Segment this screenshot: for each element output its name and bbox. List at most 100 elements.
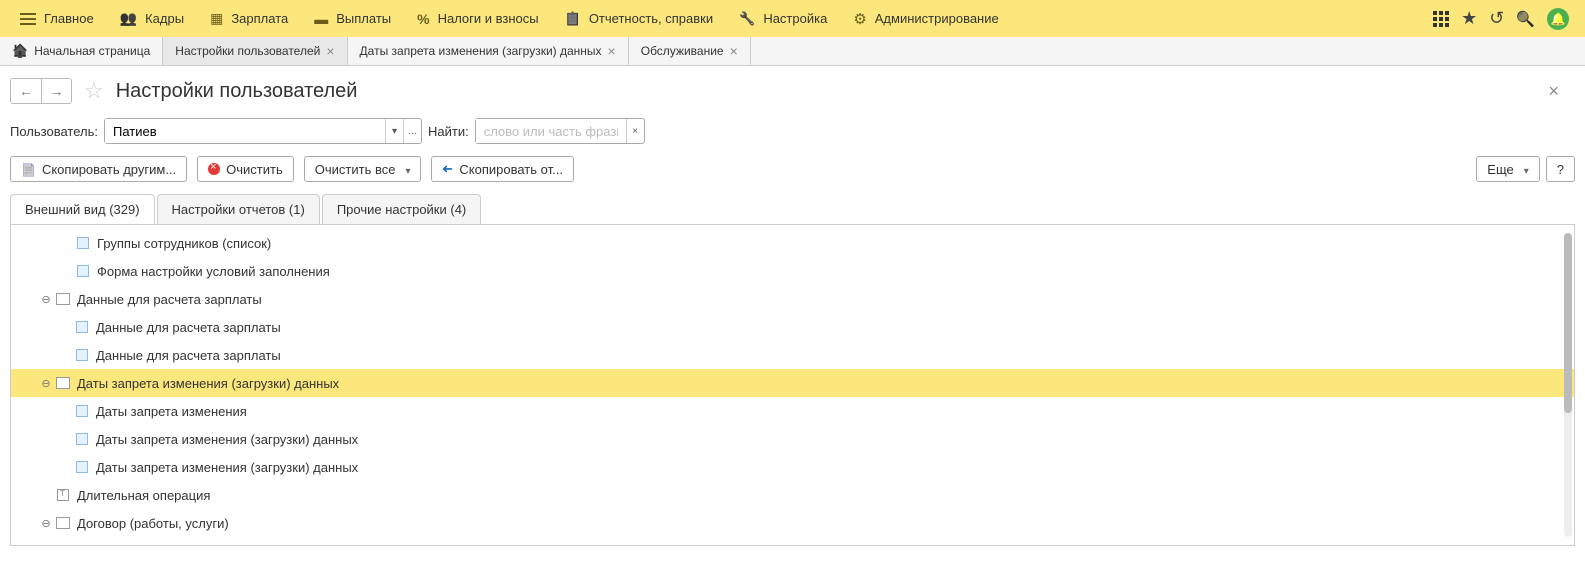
page-title: Настройки пользователей [116, 80, 358, 103]
home-icon [12, 43, 28, 59]
menu-right-group [1433, 8, 1577, 30]
clear-search-button[interactable]: × [626, 119, 644, 143]
button-label: Скопировать от... [459, 162, 563, 177]
tabs-bar: Начальная страница Настройки пользовател… [0, 37, 1585, 66]
menu-otchetnost[interactable]: Отчетность, справки [553, 5, 726, 33]
find-combo: × [475, 118, 645, 144]
clear-icon [208, 163, 220, 175]
tree-item[interactable]: Группы сотрудников (список) [11, 229, 1574, 257]
button-label: Очистить все [315, 162, 396, 177]
main-menu-bar: Главное Кадры Зарплата Выплаты Налоги и … [0, 0, 1585, 37]
grid-icon [1433, 11, 1449, 27]
find-label: Найти: [428, 124, 469, 139]
clear-all-button[interactable]: Очистить все [304, 156, 422, 182]
settings-tree: Группы сотрудников (список) Форма настро… [11, 225, 1574, 541]
tab-label: Даты запрета изменения (загрузки) данных [360, 44, 602, 58]
menu-label: Настройка [763, 11, 827, 26]
button-label: Скопировать другим... [42, 162, 176, 177]
favorite-star-button[interactable]: ☆ [84, 78, 104, 104]
tree-item[interactable]: Форма настройки условий заполнения [11, 257, 1574, 285]
tree-label: Даты запрета изменения (загрузки) данных [77, 376, 339, 391]
more-button[interactable]: Еще [1476, 156, 1539, 182]
tab-home[interactable]: Начальная страница [0, 37, 163, 65]
tree-item[interactable]: Даты запрета изменения (загрузки) данных [11, 453, 1574, 481]
tree-leaf[interactable]: Длительная операция [11, 481, 1574, 509]
page-close-button[interactable]: × [1548, 81, 1575, 102]
dropdown-button[interactable]: ▾ [385, 119, 403, 143]
collapse-icon[interactable]: ⊖ [39, 517, 53, 530]
menu-nastroyka[interactable]: Настройка [727, 5, 839, 33]
chevron-down-icon [1520, 162, 1529, 177]
hamburger-menu-button[interactable]: Главное [8, 5, 106, 32]
toolbar: Скопировать другим... Очистить Очистить … [0, 150, 1585, 188]
arrow-icon [442, 161, 453, 177]
tree-item[interactable]: Данные для расчета зарплаты [11, 313, 1574, 341]
item-icon [74, 460, 90, 474]
tree-item[interactable]: Данные для расчета зарплаты [11, 341, 1574, 369]
apps-grid-button[interactable] [1433, 11, 1449, 27]
copy-from-button[interactable]: Скопировать от... [431, 156, 573, 182]
history-button[interactable] [1489, 8, 1504, 29]
menu-label: Выплаты [336, 11, 391, 26]
page-header: ← → ☆ Настройки пользователей × [0, 66, 1585, 112]
scrollbar-track[interactable] [1564, 233, 1572, 537]
tree-label: Группы сотрудников (список) [97, 236, 271, 251]
item-icon [55, 488, 71, 502]
tab-maintenance[interactable]: Обслуживание × [629, 37, 751, 65]
tree-folder[interactable]: ⊖ Данные для расчета зарплаты [11, 285, 1574, 313]
menu-kadry[interactable]: Кадры [108, 4, 196, 33]
tree-item[interactable]: Даты запрета изменения (загрузки) данных [11, 425, 1574, 453]
search-input[interactable] [476, 119, 626, 143]
menu-vyplaty[interactable]: Выплаты [302, 5, 403, 33]
menu-label: Кадры [145, 11, 184, 26]
menu-label: Налоги и взносы [438, 11, 539, 26]
close-icon[interactable]: × [730, 43, 738, 59]
sub-tab-other-settings[interactable]: Прочие настройки (4) [322, 194, 481, 224]
tab-edit-lock-dates[interactable]: Даты запрета изменения (загрузки) данных… [348, 37, 629, 65]
button-label: ? [1557, 162, 1564, 177]
user-input[interactable] [105, 119, 385, 143]
close-icon[interactable]: × [326, 43, 334, 59]
tab-label: Обслуживание [641, 44, 724, 58]
folder-icon [55, 292, 71, 306]
item-icon [74, 404, 90, 418]
item-icon [74, 320, 90, 334]
menu-label: Отчетность, справки [589, 11, 713, 26]
sub-tabs: Внешний вид (329) Настройки отчетов (1) … [10, 194, 1575, 224]
tab-label: Настройки пользователей [175, 44, 320, 58]
open-dialog-button[interactable]: … [403, 119, 421, 143]
tree-folder-selected[interactable]: ⊖ Даты запрета изменения (загрузки) данн… [11, 369, 1574, 397]
collapse-icon[interactable]: ⊖ [39, 293, 53, 306]
search-button[interactable] [1516, 10, 1535, 28]
close-icon[interactable]: × [608, 43, 616, 59]
collapse-icon[interactable]: ⊖ [39, 377, 53, 390]
copy-to-others-button[interactable]: Скопировать другим... [10, 156, 187, 182]
back-button[interactable]: ← [11, 79, 41, 103]
payout-icon [314, 11, 328, 27]
notifications-button[interactable] [1547, 8, 1569, 30]
clear-button[interactable]: Очистить [197, 156, 294, 182]
forward-button[interactable]: → [41, 79, 71, 103]
tree-item[interactable]: Даты запрета изменения [11, 397, 1574, 425]
toolbar-right: Еще ? [1476, 156, 1575, 182]
tree-folder[interactable]: ⊖ Договор (работы, услуги) [11, 509, 1574, 537]
scrollbar-thumb[interactable] [1564, 233, 1572, 413]
item-icon [75, 236, 91, 250]
people-icon [120, 10, 137, 27]
tree-label: Даты запрета изменения [96, 404, 247, 419]
settings-tree-panel: Группы сотрудников (список) Форма настро… [10, 224, 1575, 546]
menu-left-group: Главное Кадры Зарплата Выплаты Налоги и … [8, 4, 1011, 34]
tab-user-settings[interactable]: Настройки пользователей × [163, 37, 347, 65]
menu-admin[interactable]: Администрирование [841, 4, 1010, 34]
user-label: Пользователь: [10, 124, 98, 139]
sub-tab-report-settings[interactable]: Настройки отчетов (1) [157, 194, 320, 224]
help-button[interactable]: ? [1546, 156, 1575, 182]
tab-label: Начальная страница [34, 44, 150, 58]
menu-zarplata[interactable]: Зарплата [198, 4, 300, 33]
tree-label: Длительная операция [77, 488, 210, 503]
tree-label: Данные для расчета зарплаты [96, 348, 281, 363]
item-icon [74, 432, 90, 446]
favorites-button[interactable] [1461, 8, 1477, 29]
menu-nalogi[interactable]: Налоги и взносы [405, 5, 551, 33]
sub-tab-appearance[interactable]: Внешний вид (329) [10, 194, 155, 224]
